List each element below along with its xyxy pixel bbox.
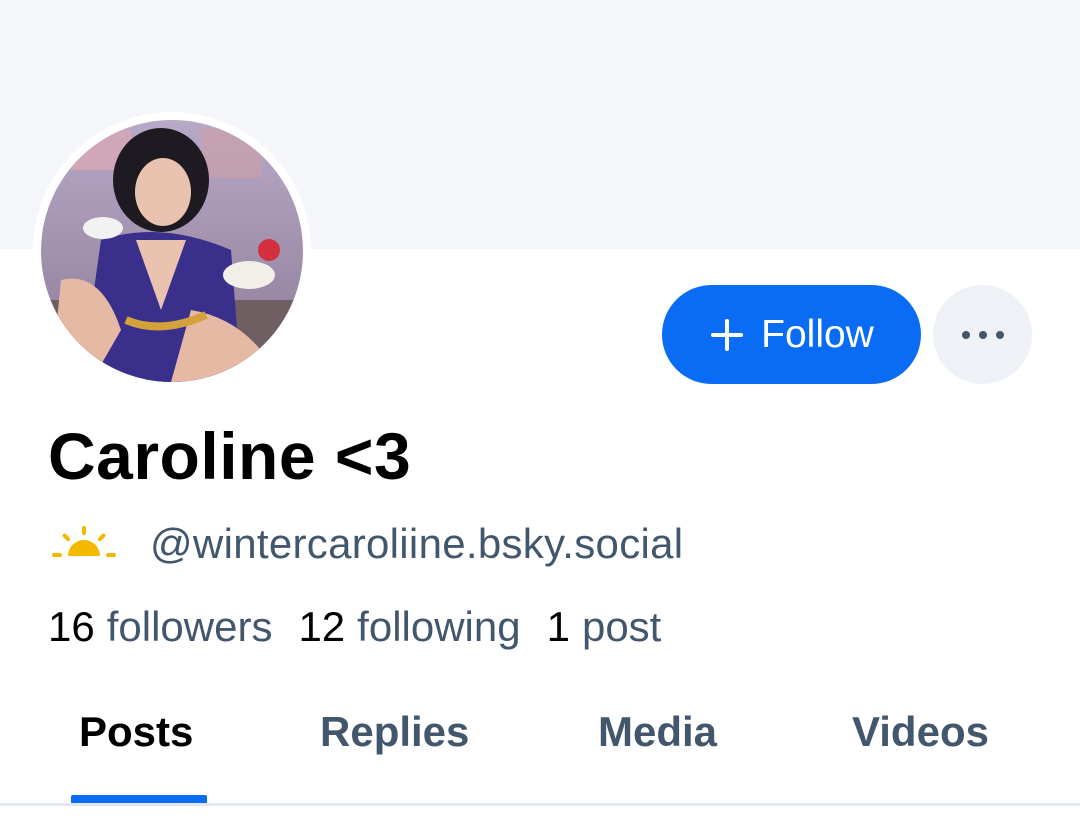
follow-button[interactable]: Follow — [662, 285, 921, 384]
more-dots-icon — [961, 330, 1004, 339]
follow-button-label: Follow — [761, 312, 874, 356]
tabs-divider — [0, 803, 1080, 806]
followers-count: 16 — [48, 603, 95, 650]
profile-page: Follow Caroline <3 @wintercaroliine.bsky… — [0, 0, 1080, 823]
tab-replies[interactable]: Replies — [320, 708, 469, 756]
tab-posts[interactable]: Posts — [79, 708, 193, 756]
display-name: Caroline <3 — [48, 419, 412, 493]
tab-videos[interactable]: Videos — [852, 708, 989, 756]
posts-label: post — [581, 603, 662, 650]
avatar-photo — [41, 120, 303, 382]
more-options-button[interactable] — [933, 285, 1032, 384]
followers-label: followers — [106, 603, 273, 650]
followers-stat[interactable]: 16 followers — [48, 603, 272, 651]
avatar[interactable] — [33, 112, 311, 390]
following-stat[interactable]: 12 following — [298, 603, 520, 651]
handle-row: @wintercaroliine.bsky.social — [52, 520, 683, 568]
posts-count: 1 — [546, 603, 570, 650]
plus-icon — [711, 318, 744, 351]
profile-stats: 16 followers 12 following 1 post — [48, 603, 687, 651]
profile-tabs: Posts Replies Media Videos — [0, 690, 1080, 805]
sun-icon — [52, 526, 116, 557]
following-label: following — [357, 603, 521, 650]
tab-media[interactable]: Media — [598, 708, 717, 756]
following-count: 12 — [298, 603, 346, 650]
handle[interactable]: @wintercaroliine.bsky.social — [150, 520, 683, 568]
posts-stat: 1 post — [547, 603, 662, 651]
